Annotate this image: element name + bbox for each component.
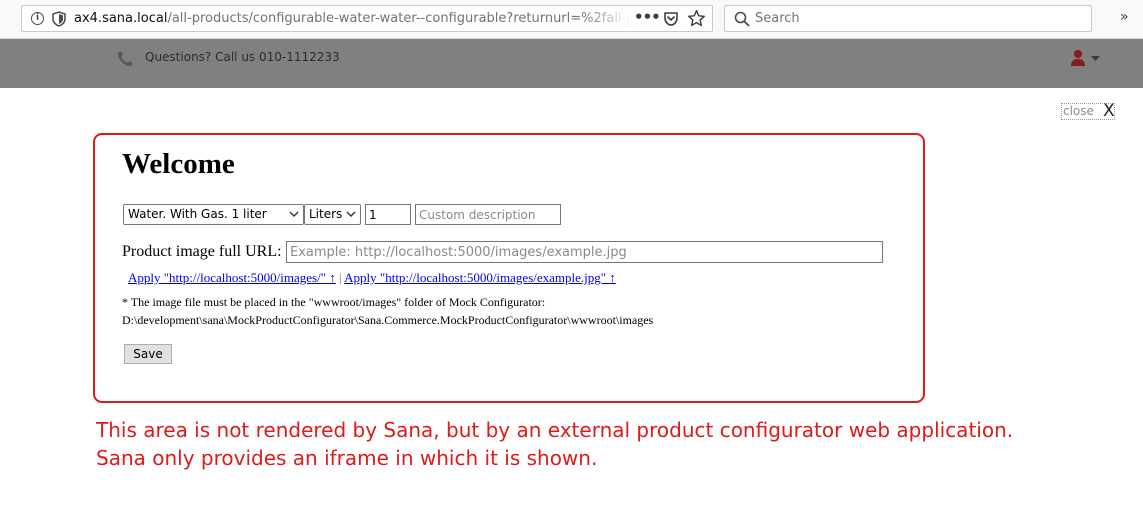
apply-images-folder-link[interactable]: Apply "http://localhost:5000/images/" ↑ bbox=[128, 270, 336, 285]
product-select[interactable]: Water. With Gas. 1 liter bbox=[123, 204, 304, 225]
close-button[interactable]: close X bbox=[1061, 103, 1115, 120]
image-url-input[interactable] bbox=[286, 241, 883, 263]
more-icon[interactable]: ••• bbox=[634, 7, 661, 29]
search-icon bbox=[734, 11, 750, 27]
url-path: /all-products/configurable-water-water--… bbox=[167, 11, 629, 26]
chevron-down-icon bbox=[289, 211, 299, 217]
browser-toolbar: i ax4.sana.local/all-products/configurab… bbox=[0, 0, 1143, 39]
overflow-icon[interactable]: » bbox=[1120, 7, 1140, 27]
chevron-down-icon bbox=[346, 211, 356, 217]
apply-separator: | bbox=[335, 270, 345, 285]
support-phone-text: Questions? Call us 010-1112233 bbox=[145, 50, 340, 64]
note-line: * The image file must be placed in the "… bbox=[122, 295, 546, 309]
url-text[interactable]: ax4.sana.local/all-products/configurable… bbox=[74, 10, 629, 28]
shield-icon[interactable] bbox=[52, 11, 66, 27]
url-bar[interactable]: i ax4.sana.local/all-products/configurab… bbox=[21, 5, 713, 32]
user-menu-button[interactable] bbox=[1070, 48, 1102, 70]
annotation-text: This area is not rendered by Sana, but b… bbox=[96, 416, 1013, 472]
apply-links: Apply "http://localhost:5000/images/" ↑ … bbox=[128, 270, 616, 286]
apply-example-image-link[interactable]: Apply "http://localhost:5000/images/exam… bbox=[344, 270, 616, 285]
product-select-value: Water. With Gas. 1 liter bbox=[128, 207, 267, 221]
configurator-iframe: Welcome Water. With Gas. 1 liter Liters … bbox=[93, 133, 925, 403]
pocket-icon[interactable] bbox=[663, 11, 679, 27]
info-icon[interactable]: i bbox=[31, 12, 44, 25]
search-input[interactable] bbox=[755, 9, 1085, 28]
image-folder-note: * The image file must be placed in the "… bbox=[122, 293, 653, 329]
star-icon[interactable] bbox=[687, 9, 706, 28]
caret-down-icon bbox=[1091, 56, 1100, 61]
close-label: close bbox=[1063, 104, 1094, 118]
annotation-line: Sana only provides an iframe in which it… bbox=[96, 446, 598, 470]
phone-icon bbox=[117, 51, 133, 67]
annotation-line: This area is not rendered by Sana, but b… bbox=[96, 418, 1014, 442]
image-url-label: Product image full URL: bbox=[122, 243, 282, 260]
url-fade bbox=[582, 8, 632, 30]
close-icon: X bbox=[1103, 101, 1115, 121]
page-title: Welcome bbox=[122, 148, 235, 180]
site-header: Questions? Call us 010-1112233 bbox=[0, 39, 1143, 88]
url-host: ax4.sana.local bbox=[74, 11, 168, 26]
unit-select-value: Liters bbox=[309, 207, 343, 221]
save-button[interactable]: Save bbox=[124, 344, 172, 364]
quantity-input[interactable] bbox=[365, 204, 411, 225]
note-path: D:\development\sana\MockProductConfigura… bbox=[122, 313, 654, 327]
unit-select[interactable]: Liters bbox=[304, 204, 361, 225]
custom-description-input[interactable] bbox=[415, 204, 561, 225]
user-icon bbox=[1071, 50, 1085, 66]
search-box[interactable] bbox=[724, 5, 1092, 32]
